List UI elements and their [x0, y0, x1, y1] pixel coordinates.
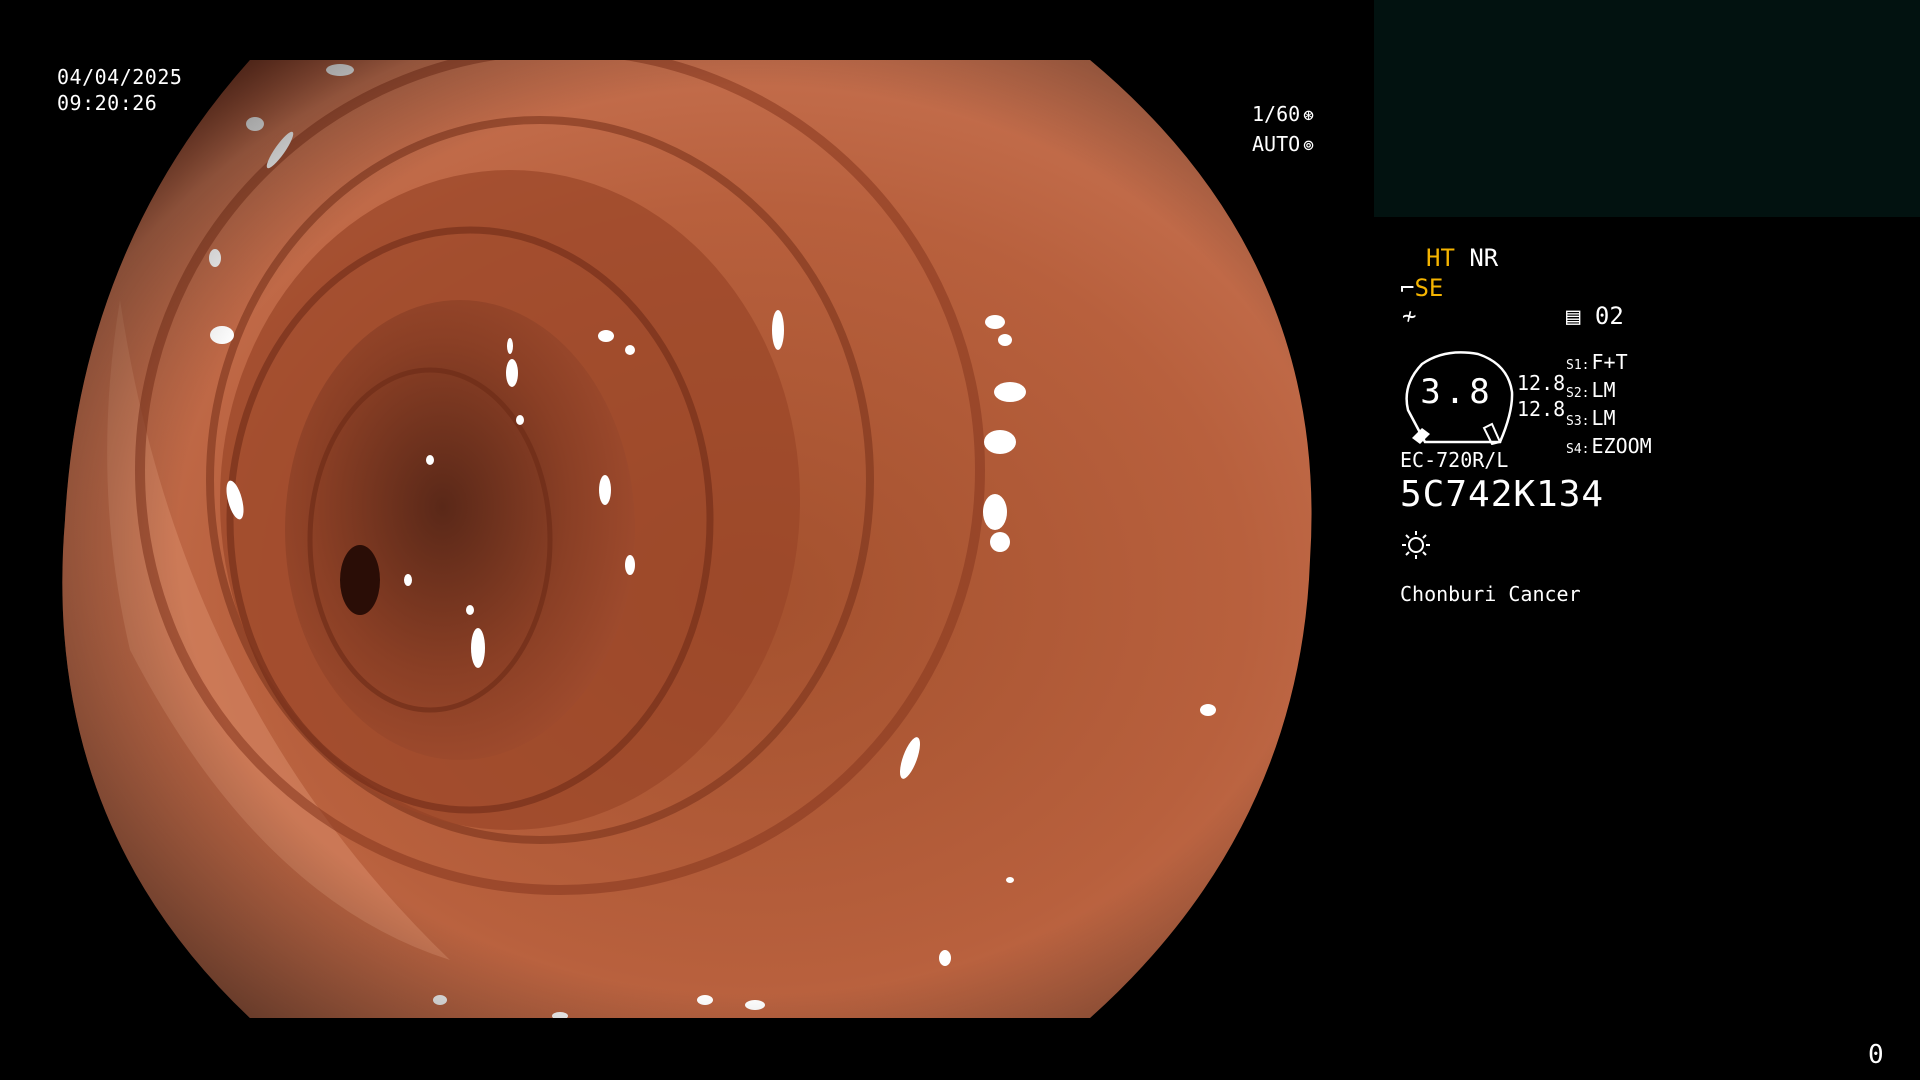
aperture-icon: ⊛ [1303, 105, 1315, 126]
level-value-1: 12.8 [1517, 371, 1566, 395]
ht-nr-row: HT NR [1426, 244, 1498, 272]
exposure-row: AUTO ⊚ [1252, 130, 1314, 160]
scope-serial: 5C742K134 [1400, 474, 1605, 515]
se-label: SE [1414, 274, 1444, 302]
se-row: ⌐SE [1400, 274, 1443, 302]
time-text: 09:20:26 [57, 91, 158, 115]
institution-name: Chonburi Cancer [1400, 582, 1581, 606]
slot-4: S4: EZOOM [1566, 434, 1652, 458]
preset-row: ▤ 02 [1566, 302, 1624, 330]
scope-model: EC-720R/L [1400, 448, 1509, 472]
enhance-icon: ≁ [1402, 302, 1417, 330]
exposure-mode: AUTO [1252, 132, 1301, 156]
endoscope-view [0, 0, 1370, 1080]
exposure-info: 1/60 ⊛ AUTO ⊚ [1252, 100, 1314, 160]
frame-counter: 0 [1868, 1040, 1884, 1070]
date-text: 04/04/2025 [57, 65, 183, 89]
preset-value: 02 [1594, 302, 1624, 330]
preset-list-icon: ▤ [1566, 302, 1581, 330]
slot-1: S1: F+T [1566, 350, 1628, 374]
timestamp: 04/04/2025 09:20:26 [57, 64, 182, 116]
level-value-2: 12.8 [1517, 397, 1566, 421]
nr-label: NR [1469, 244, 1499, 272]
level-values: 12.8 12.8 [1517, 370, 1565, 422]
slot-2: S2: LM [1566, 378, 1616, 402]
iris-icon: ⊚ [1303, 135, 1315, 156]
thumbnail-area [1374, 0, 1920, 217]
dial-value: 3.8 [1420, 372, 1494, 412]
switch-assignments: S1: F+T S2: LM S3: LM S4: EZOOM [1566, 350, 1652, 462]
shutter-row: 1/60 ⊛ [1252, 100, 1314, 130]
light-source-icon [1402, 531, 1430, 559]
scope-tip-icon: ⌐ [1400, 274, 1415, 302]
shutter-speed: 1/60 [1252, 102, 1301, 126]
endoscope-image [62, 60, 1312, 1018]
ht-label: HT [1426, 244, 1455, 272]
slot-3: S3: LM [1566, 406, 1616, 430]
